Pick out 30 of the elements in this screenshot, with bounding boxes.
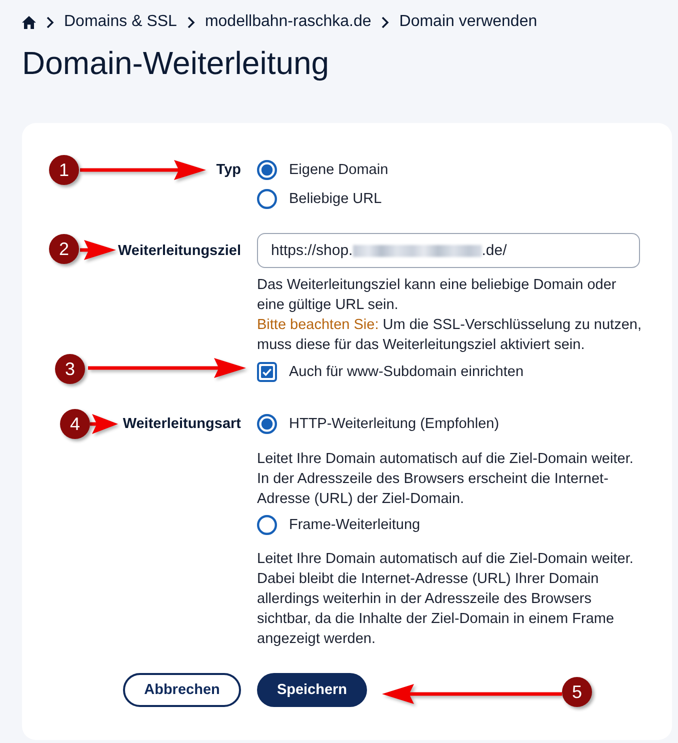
radio-button[interactable] — [257, 189, 277, 209]
breadcrumb-link[interactable]: Domains & SSL — [64, 13, 177, 31]
breadcrumb-link[interactable]: modellbahn-raschka.de — [204, 13, 372, 31]
option-description: Leitet Ihre Domain automatisch auf die Ziel-Domain weiter. Dabei bleibt die Internet-Adresse (URL) Ihrer Domain allerdings weiterhin in der Adresszeile des Browsers sichtbar, da die Inhalte der Ziel-Domain in einem Frame angezeigt werden. — [257, 550, 634, 649]
checkbox-label[interactable]: Auch für www-Subdomain einrichten — [289, 364, 524, 380]
option-description: Leitet Ihre Domain automatisch auf die Ziel-Domain weiter. In der Adresszeile des Browsers erscheint die Internet-Adresse (URL) der Ziel-Domain. — [257, 450, 634, 509]
radio-button[interactable] — [257, 160, 277, 180]
radio-button[interactable] — [257, 414, 277, 434]
home-icon[interactable] — [22, 16, 36, 28]
page-title: Domain-Weiterleitung — [22, 45, 330, 81]
field-label: Weiterleitungsart — [122, 416, 241, 432]
checkbox[interactable] — [257, 362, 277, 382]
chevron-right-icon — [186, 16, 195, 28]
cancel-button[interactable]: Abbrechen — [123, 673, 241, 707]
save-button[interactable]: Speichern — [257, 673, 367, 707]
radio-label[interactable]: Beliebige URL — [289, 191, 382, 207]
radio-label[interactable]: Frame-Weiterleitung — [289, 517, 420, 533]
url-input-field[interactable]: https://shop. .de/ — [257, 233, 640, 268]
help-text: Das Weiterleitungsziel kann eine beliebige Domain oder eine gültige URL sein. — [257, 276, 618, 315]
chevron-right-icon — [381, 16, 390, 28]
radio-label[interactable]: HTTP-Weiterleitung (Empfohlen) — [289, 416, 500, 432]
field-label: Weiterleitungsziel — [118, 243, 241, 259]
ssl-note-text: Bitte beachten Sie: Um die SSL-Verschlüsselung zu nutzen, muss diese für das Weiterleitungsziel aktiviert sein. — [257, 316, 642, 355]
radio-button[interactable] — [257, 515, 277, 535]
field-label: Typ — [216, 162, 241, 178]
radio-label[interactable]: Eigene Domain — [289, 162, 388, 178]
chevron-right-icon — [46, 16, 54, 28]
breadcrumb-current: Domain verwenden — [399, 13, 538, 31]
annotation-arrow — [90, 414, 118, 434]
annotation-arrow — [80, 240, 116, 260]
